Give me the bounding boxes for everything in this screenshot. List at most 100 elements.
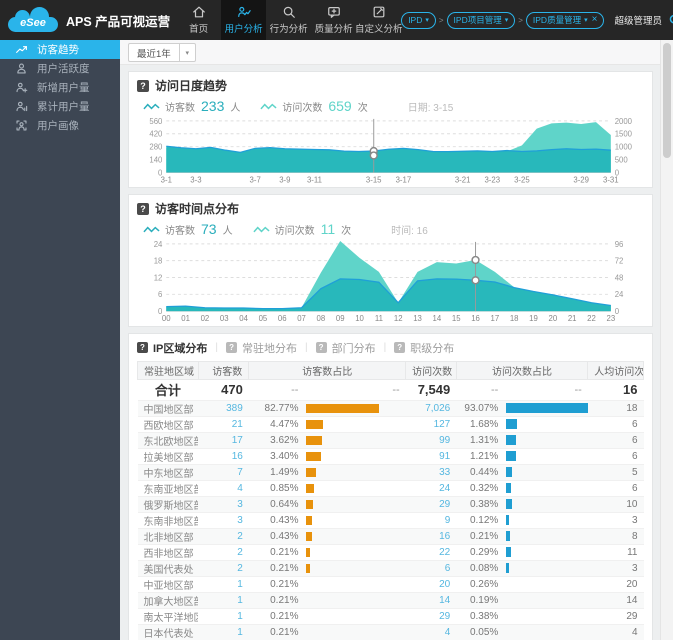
daily-trend-title: 访问日度趋势 bbox=[155, 79, 228, 93]
legend-item-visitors[interactable]: 访客数 233 人 bbox=[143, 98, 240, 114]
visitors-link[interactable]: 1 bbox=[237, 627, 243, 638]
avg-visits-cell: 4 bbox=[587, 624, 644, 640]
tab-residence[interactable]: ? 常驻地分布 bbox=[226, 340, 297, 356]
tab-rank[interactable]: ? 职级分布 bbox=[394, 340, 454, 356]
visits-link[interactable]: 7,026 bbox=[425, 403, 450, 414]
chevron-down-icon[interactable]: ▾ bbox=[425, 17, 429, 24]
close-icon[interactable]: × bbox=[592, 15, 598, 25]
visits-bar bbox=[506, 515, 510, 526]
visits-link[interactable]: 91 bbox=[439, 451, 450, 462]
svg-text:3-1: 3-1 bbox=[161, 175, 172, 184]
svg-text:10: 10 bbox=[355, 314, 364, 323]
tab-label: 常驻地分布 bbox=[242, 342, 298, 355]
svg-text:03: 03 bbox=[220, 314, 229, 323]
visits-link[interactable]: 14 bbox=[439, 595, 450, 606]
visits-link[interactable]: 127 bbox=[434, 419, 451, 430]
username[interactable]: 超级管理员 bbox=[614, 13, 662, 27]
chevron-down-icon[interactable]: ▾ bbox=[178, 44, 195, 61]
visits-link[interactable]: 99 bbox=[439, 435, 450, 446]
visits-link[interactable]: 29 bbox=[439, 499, 450, 510]
svg-text:13: 13 bbox=[413, 314, 422, 323]
column-header: 访问次数占比 bbox=[455, 360, 589, 380]
visits-cell: 4 bbox=[405, 624, 457, 640]
visitors-link[interactable]: 2 bbox=[237, 563, 243, 574]
visitors-cell: 2 bbox=[198, 528, 249, 545]
nav-tab-quality-analysis[interactable]: 质量分析 bbox=[311, 0, 356, 40]
legend-label: 访客数 bbox=[165, 225, 195, 237]
visits-link[interactable]: 9 bbox=[445, 515, 451, 526]
visitors-link[interactable]: 4 bbox=[237, 483, 243, 494]
visitors-link[interactable]: 3 bbox=[237, 499, 243, 510]
svg-text:00: 00 bbox=[162, 314, 171, 323]
visitors-link[interactable]: 7 bbox=[237, 467, 243, 478]
breadcrumb-pill-ipd[interactable]: IPD ▾ bbox=[401, 11, 436, 29]
column-header: 访问次数 bbox=[405, 360, 457, 380]
visitors-link[interactable]: 17 bbox=[232, 435, 243, 446]
chevron-down-icon[interactable]: ▾ bbox=[505, 17, 509, 24]
visits-link[interactable]: 29 bbox=[439, 611, 450, 622]
visitors-link[interactable]: 16 bbox=[232, 451, 243, 462]
sidebar-item-new-users[interactable]: 新增用户量 bbox=[0, 78, 120, 97]
help-icon[interactable]: ? bbox=[137, 202, 149, 215]
legend-item-visits[interactable]: 访问次数 11 次 bbox=[252, 221, 351, 237]
search-icon[interactable] bbox=[668, 13, 673, 27]
visits-link[interactable]: 24 bbox=[439, 483, 450, 494]
visitors-bar bbox=[306, 419, 324, 429]
tab-separator: | bbox=[215, 342, 219, 354]
svg-text:3-3: 3-3 bbox=[190, 175, 201, 184]
visits-link[interactable]: 6 bbox=[445, 563, 451, 574]
breadcrumb-pill-ipd-project[interactable]: IPD项目管理 ▾ bbox=[446, 11, 516, 29]
sidebar-item-visitor-trend[interactable]: 访客趋势 bbox=[0, 40, 120, 59]
sidebar-item-user-activity[interactable]: 用户活跃度 bbox=[0, 59, 120, 78]
hover-date-label: 日期: 3-15 bbox=[407, 102, 454, 114]
tab-ip-region[interactable]: ? IP区域分布 bbox=[137, 340, 207, 356]
scrollbar[interactable] bbox=[660, 40, 673, 640]
visitors-link[interactable]: 3 bbox=[237, 515, 243, 526]
visits-link[interactable]: 22 bbox=[439, 547, 450, 558]
visits-bar-cell bbox=[504, 608, 588, 625]
visitors-cell: 3 bbox=[198, 512, 249, 529]
visitors-link[interactable]: 2 bbox=[237, 547, 243, 558]
legend-item-visitors[interactable]: 访客数 73 人 bbox=[143, 221, 233, 237]
breadcrumb-pill-ipd-quality[interactable]: IPD质量管理 ▾ × bbox=[525, 11, 605, 29]
visitors-bar bbox=[306, 467, 317, 477]
scrollbar-thumb[interactable] bbox=[663, 43, 671, 158]
visits-link[interactable]: 33 bbox=[439, 467, 450, 478]
visitors-link[interactable]: 1 bbox=[237, 611, 243, 622]
visitors-link[interactable]: 389 bbox=[226, 403, 243, 414]
visits-pct-cell: 0.32% bbox=[456, 480, 505, 497]
visits-link[interactable]: 16 bbox=[439, 531, 450, 542]
chevron-down-icon[interactable]: ▾ bbox=[584, 17, 588, 24]
avg-visits-cell: 6 bbox=[587, 416, 644, 433]
zigzag-line-icon bbox=[252, 226, 270, 233]
visits-pct-cell: 1.68% bbox=[456, 416, 505, 433]
hourly-dist-chart[interactable]: 0612182402448729600 01 02 03 04 05 06 07 08 09 10 1… bbox=[137, 238, 644, 324]
nav-tab-custom-analysis[interactable]: 自定义分析 bbox=[355, 0, 402, 40]
tab-department[interactable]: ? 部门分布 bbox=[315, 340, 376, 356]
visitors-link[interactable]: 1 bbox=[237, 595, 243, 606]
visitors-link[interactable]: 21 bbox=[232, 419, 243, 430]
region-cell: 东北欧地区部 bbox=[137, 432, 199, 449]
visitors-link[interactable]: 1 bbox=[237, 579, 243, 590]
nav-tab-user-analysis[interactable]: 用户分析 bbox=[221, 0, 267, 40]
sidebar-item-total-users[interactable]: 累计用户量 bbox=[0, 97, 120, 116]
legend-item-visits[interactable]: 访问次数 659 次 bbox=[260, 98, 368, 114]
visitors-bar-cell bbox=[304, 576, 406, 593]
visits-pct-cell: 0.38% bbox=[456, 608, 505, 625]
nav-tab-behavior-analysis[interactable]: 行为分析 bbox=[266, 0, 311, 40]
visits-link[interactable]: 4 bbox=[445, 627, 451, 638]
table-row: 西非地区部 2 0.21% 22 0.29% 11 bbox=[137, 544, 644, 561]
visits-pct-cell: 93.07% bbox=[456, 400, 505, 417]
svg-text:04: 04 bbox=[239, 314, 248, 323]
visits-bar-cell bbox=[504, 624, 588, 640]
visitors-link[interactable]: 2 bbox=[237, 531, 243, 542]
nav-tab-home[interactable]: 首页 bbox=[176, 0, 221, 40]
date-range-dropdown[interactable]: 最近1年 ▾ bbox=[128, 43, 196, 62]
svg-text:420: 420 bbox=[149, 130, 163, 139]
sidebar-item-user-profile[interactable]: 用户画像 bbox=[0, 116, 120, 135]
help-icon[interactable]: ? bbox=[137, 79, 149, 92]
daily-trend-chart[interactable]: 014028042056005001000150020003-1 3-3 3-7 3-… bbox=[137, 115, 644, 185]
main-nav: 首页 用户分析 行为分析 质量分析 自定义分析 bbox=[176, 0, 402, 40]
esee-logo[interactable]: eSee bbox=[8, 7, 58, 33]
visits-link[interactable]: 20 bbox=[439, 579, 450, 590]
